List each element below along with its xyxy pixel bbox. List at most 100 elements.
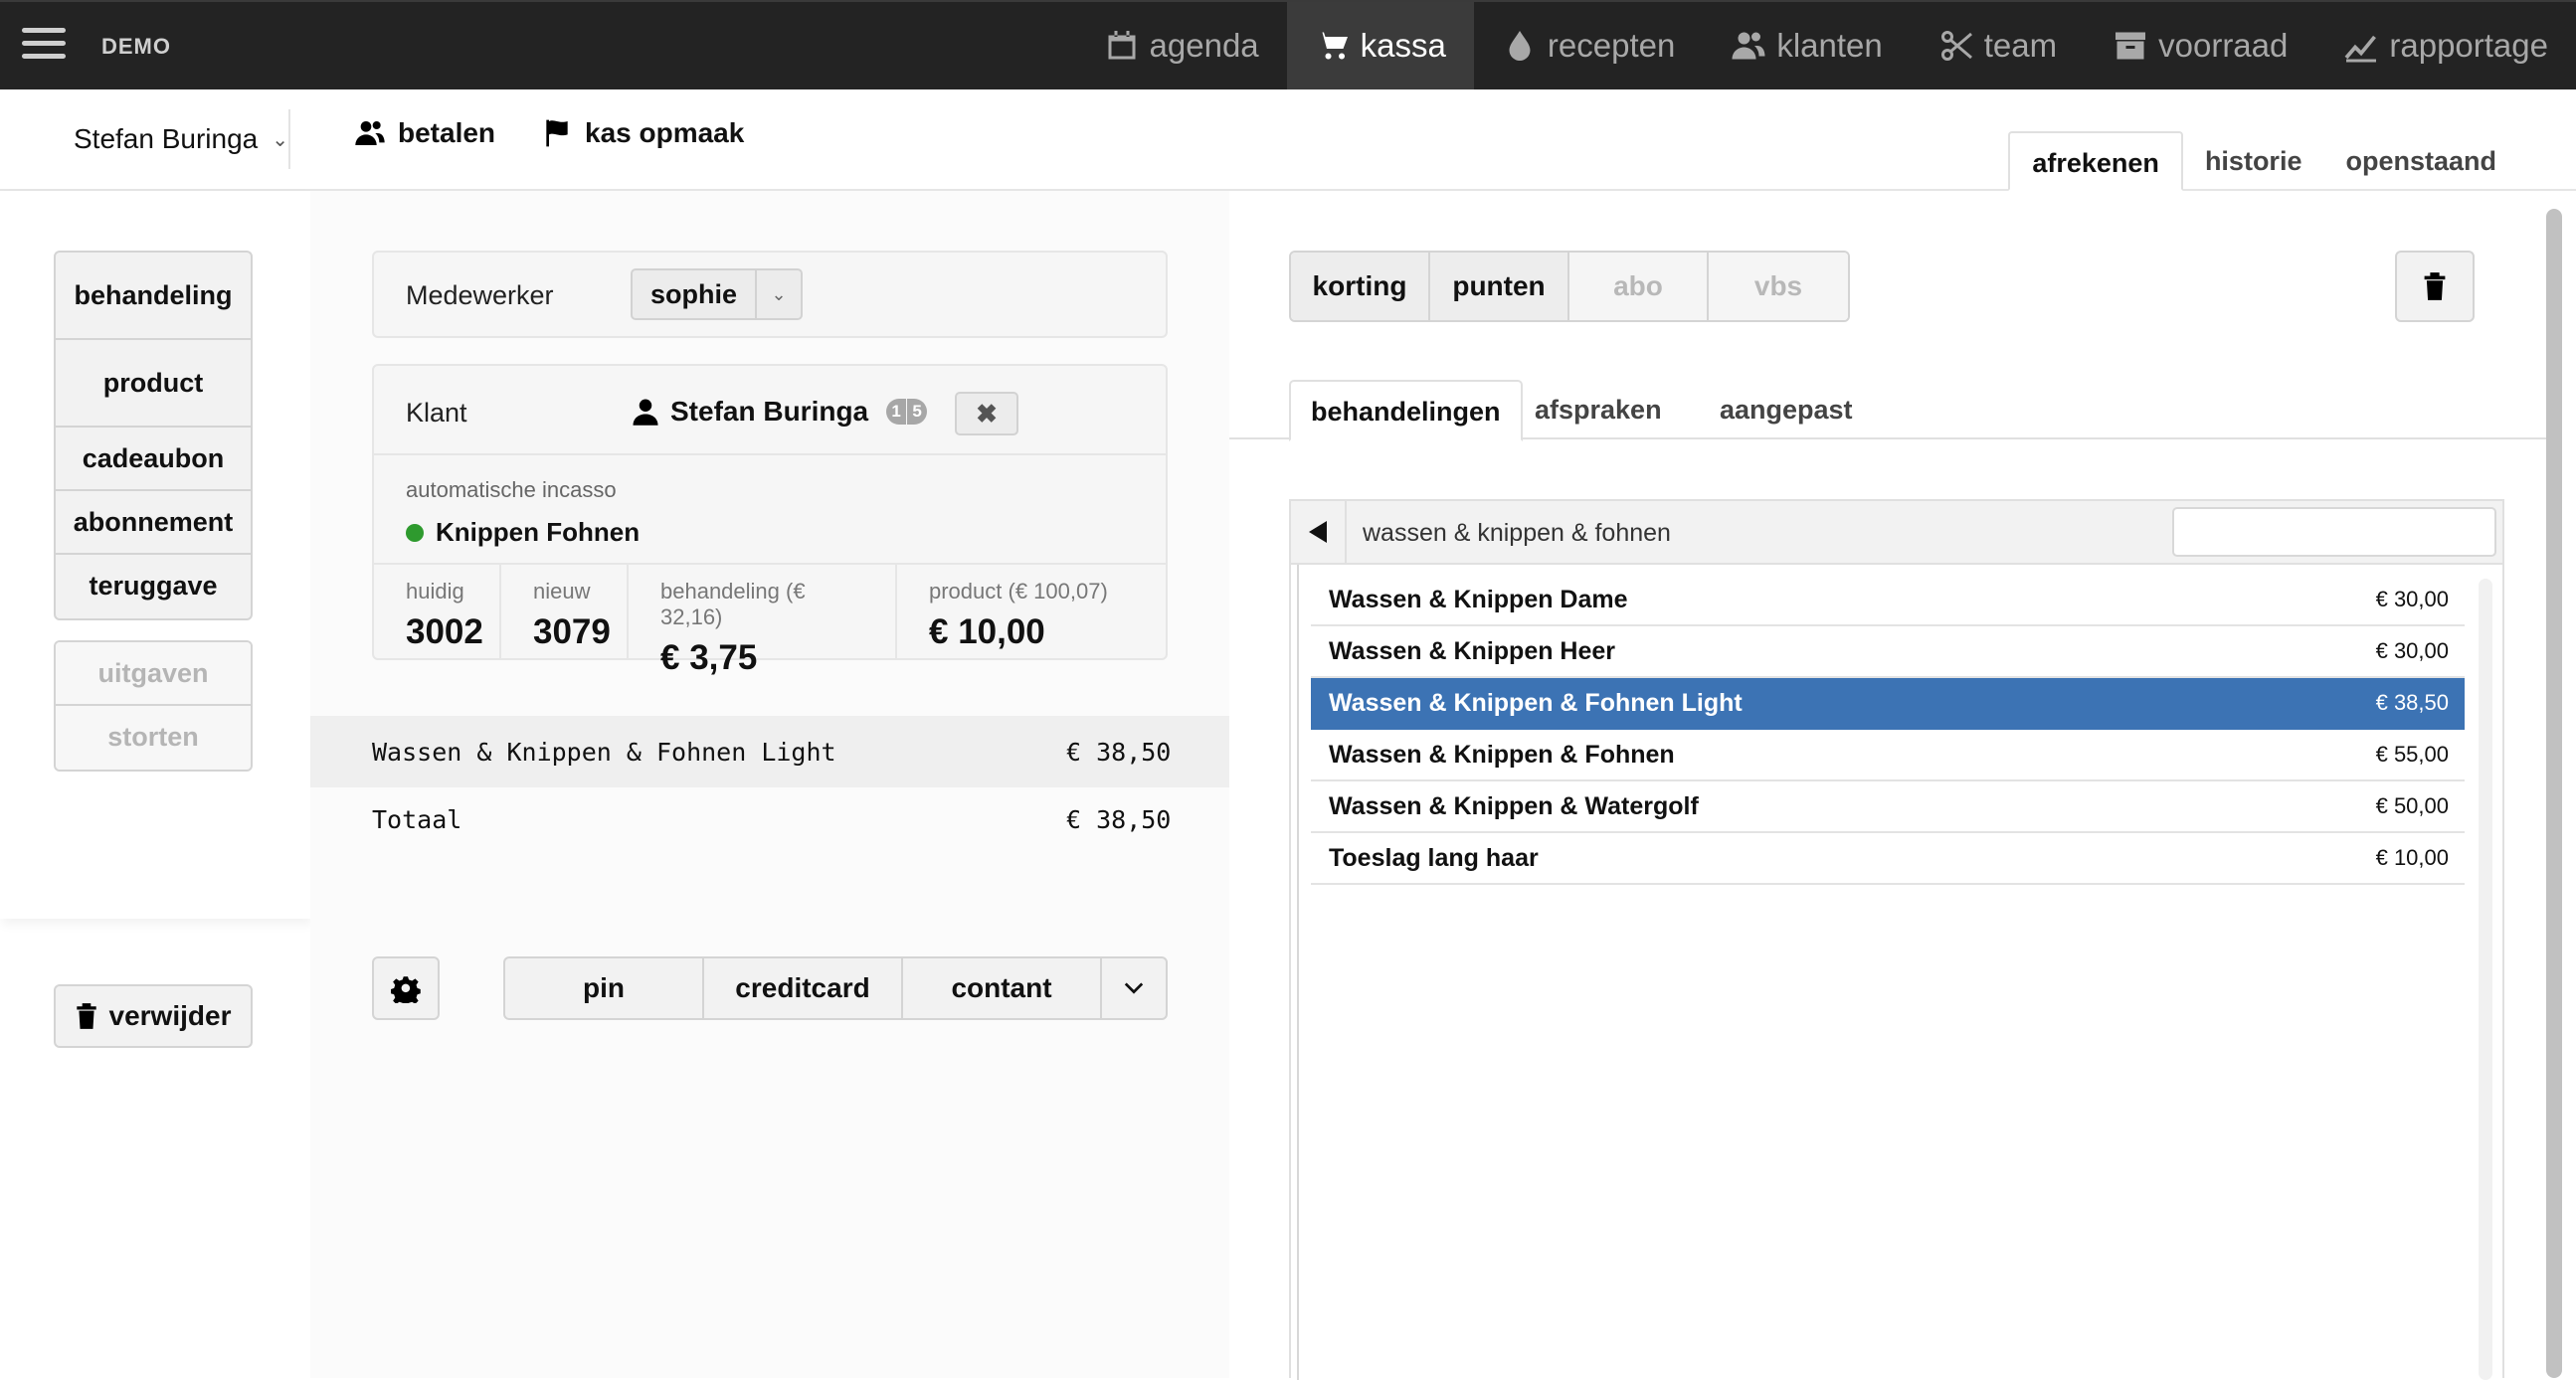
delete-label: verwijder <box>108 1000 232 1031</box>
search-field[interactable] <box>2172 507 2506 557</box>
cash-group: uitgaven storten <box>54 640 253 772</box>
korting-button[interactable]: korting <box>1291 253 1430 320</box>
product-price: € 55,00 <box>2375 742 2449 767</box>
type-teruggave-button[interactable]: teruggave <box>56 555 251 618</box>
client-name-text: Stefan Buringa <box>670 396 869 427</box>
stat-label: nieuw <box>533 579 591 604</box>
remove-client-button[interactable]: ✖ <box>955 392 1018 435</box>
nav-label: klanten <box>1776 27 1883 64</box>
product-list: Wassen & Knippen Dame € 30,00 Wassen & K… <box>1311 575 2465 885</box>
trash-icon <box>2424 272 2446 300</box>
type-cadeaubon-button[interactable]: cadeaubon <box>56 428 251 491</box>
nav-team[interactable]: team <box>1911 2 2085 89</box>
product-row[interactable]: Wassen & Knippen Dame € 30,00 <box>1311 575 2465 626</box>
stat-label: huidig <box>406 579 464 604</box>
points-stats: huidig 3002 nieuw 3079 behandeling (€ 32… <box>374 563 1166 677</box>
clear-receipt-button[interactable] <box>2395 251 2475 322</box>
chevron-down-icon: ⌄ <box>272 128 289 151</box>
item-type-group: behandeling product cadeaubon abonnement… <box>54 251 253 620</box>
nav-kassa[interactable]: kassa <box>1286 2 1474 89</box>
settings-button[interactable] <box>372 956 440 1020</box>
product-row-selected[interactable]: Wassen & Knippen & Fohnen Light € 38,50 <box>1311 678 2465 730</box>
nav-voorraad[interactable]: voorraad <box>2085 2 2315 89</box>
tab-openstaand[interactable]: openstaand <box>2323 131 2518 191</box>
employee-select-value: sophie <box>633 270 758 318</box>
hamburger-menu-icon[interactable] <box>22 28 66 62</box>
subscription-status: Knippen Fohnen <box>406 517 640 548</box>
delete-button[interactable]: verwijder <box>54 984 253 1048</box>
top-navbar: DEMO agenda kassa recepten klanten team … <box>0 0 2576 89</box>
chevron-down-icon <box>1124 982 1144 994</box>
nav-label: voorraad <box>2158 27 2289 64</box>
archive-icon <box>2116 32 2146 60</box>
more-payment-button[interactable] <box>1102 958 1166 1018</box>
scissors-icon <box>1940 31 1972 61</box>
pay-action-label: betalen <box>398 117 496 148</box>
product-name: Wassen & Knippen & Watergolf <box>1329 791 1699 820</box>
pay-pin-button[interactable]: pin <box>505 958 704 1018</box>
product-row[interactable]: Toeslag lang haar € 10,00 <box>1311 833 2465 885</box>
stat-value: 3079 <box>533 612 611 651</box>
tab-afrekenen[interactable]: afrekenen <box>2008 131 2183 191</box>
search-input[interactable] <box>2198 512 2506 552</box>
sub-header: Stefan Buringa ⌄ betalen kas opmaak afre… <box>0 89 2576 191</box>
status-dot-icon <box>406 523 424 542</box>
receipt-line-item[interactable]: Wassen & Knippen & Fohnen Light € 38,50 <box>310 716 1265 787</box>
product-name: Wassen & Knippen Dame <box>1329 585 1628 613</box>
type-abonnement-button[interactable]: abonnement <box>56 491 251 555</box>
divider <box>1297 565 1299 1380</box>
user-select-value: Stefan Buringa <box>74 123 259 154</box>
pay-action[interactable]: betalen <box>354 117 495 149</box>
nav-klanten[interactable]: klanten <box>1703 2 1910 89</box>
uitgaven-button[interactable]: uitgaven <box>56 642 251 706</box>
nav-rapportage[interactable]: rapportage <box>2315 2 2576 89</box>
client-name[interactable]: Stefan Buringa 15 <box>631 396 928 428</box>
employee-panel: Medewerker sophie ⌄ <box>372 251 1168 338</box>
user-icon <box>633 399 658 426</box>
pay-contant-button[interactable]: contant <box>903 958 1102 1018</box>
product-row[interactable]: Wassen & Knippen Heer € 30,00 <box>1311 626 2465 678</box>
user-select[interactable]: Stefan Buringa ⌄ <box>74 123 288 155</box>
flag-icon <box>546 119 568 147</box>
list-scrollbar[interactable] <box>2479 579 2492 1380</box>
storten-button[interactable]: storten <box>56 706 251 770</box>
page-scrollbar[interactable] <box>2546 209 2562 1378</box>
pay-creditcard-button[interactable]: creditcard <box>704 958 903 1018</box>
stat-value: 3002 <box>406 612 483 651</box>
employee-label: Medewerker <box>406 280 554 310</box>
drop-icon <box>1509 31 1531 61</box>
product-name: Toeslag lang haar <box>1329 843 1539 872</box>
sub-tabs: afrekenen historie openstaand <box>2008 131 2518 191</box>
trash-icon <box>76 1003 96 1029</box>
cash-close-action[interactable]: kas opmaak <box>541 117 744 149</box>
type-product-button[interactable]: product <box>56 340 251 428</box>
product-price: € 38,50 <box>2375 690 2449 715</box>
product-row[interactable]: Wassen & Knippen & Fohnen € 55,00 <box>1311 730 2465 781</box>
nav-recepten[interactable]: recepten <box>1474 2 1703 89</box>
nav-label: agenda <box>1149 27 1259 64</box>
close-icon: ✖ <box>976 399 998 429</box>
stat-nieuw: nieuw 3079 <box>501 565 629 660</box>
nav-agenda[interactable]: agenda <box>1076 2 1287 89</box>
stat-label: behandeling (€ 32,16) <box>660 579 806 629</box>
cart-icon <box>1316 32 1348 60</box>
type-behandeling-button[interactable]: behandeling <box>56 253 251 340</box>
employee-select[interactable]: sophie ⌄ <box>631 268 804 320</box>
arrow-left-icon <box>1309 521 1327 543</box>
catalog-tabs: behandelingen afspraken aangepast <box>1229 380 2548 441</box>
points-badge: 15 <box>886 399 928 425</box>
tab-behandelingen[interactable]: behandelingen <box>1289 380 1523 441</box>
tab-historie[interactable]: historie <box>2183 131 2324 191</box>
punten-button[interactable]: punten <box>1430 253 1569 320</box>
product-name: Wassen & Knippen Heer <box>1329 636 1616 665</box>
product-browser: wassen & knippen & fohnen Wassen & Knipp… <box>1289 499 2506 1380</box>
back-button[interactable] <box>1291 501 1347 563</box>
chevron-down-icon: ⌄ <box>771 283 787 304</box>
vbs-button: vbs <box>1709 253 1848 320</box>
product-row[interactable]: Wassen & Knippen & Watergolf € 50,00 <box>1311 781 2465 833</box>
breadcrumb: wassen & knippen & fohnen <box>1363 519 1671 547</box>
nav-label: team <box>1983 27 2058 64</box>
tab-aangepast[interactable]: aangepast <box>1700 380 1873 439</box>
tab-afspraken[interactable]: afspraken <box>1515 380 1682 439</box>
main-nav: agenda kassa recepten klanten team voorr… <box>1076 2 2576 89</box>
